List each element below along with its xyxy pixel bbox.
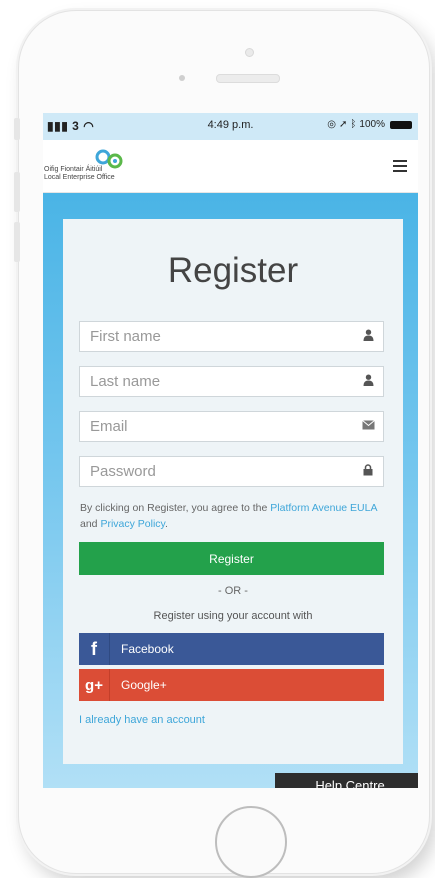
logo-line-english: Local Enterprise Office: [44, 174, 115, 181]
help-centre-button[interactable]: Help Centre: [275, 773, 418, 788]
user-icon: [361, 374, 375, 388]
facebook-button[interactable]: f Facebook: [79, 633, 384, 665]
social-prompt: Register using your account with: [153, 610, 313, 622]
hamburger-line: [393, 165, 407, 167]
site-header: Oifig Fiontair Áitiúil Local Enterprise …: [43, 140, 418, 193]
terms-suffix: .: [165, 518, 168, 530]
page-title: Register: [167, 251, 299, 290]
last-name-input[interactable]: [80, 367, 350, 396]
password-input[interactable]: [80, 457, 350, 486]
status-right: ◎ ➚ ᛒ 100%: [327, 119, 412, 130]
status-bar: ▮▮▮ 3 ◠ 4:49 p.m. ◎ ➚ ᛒ 100%: [43, 113, 418, 140]
last-name-field[interactable]: [79, 366, 384, 397]
mute-switch: [14, 118, 20, 140]
register-card: Register By clicking on: [63, 219, 403, 764]
earpiece-speaker: [216, 74, 280, 83]
terms-mid: and: [80, 518, 101, 530]
eula-link[interactable]: Platform Avenue EULA: [270, 502, 377, 514]
already-have-account-link[interactable]: I already have an account: [79, 714, 205, 726]
volume-up-button: [14, 172, 20, 212]
privacy-policy-link[interactable]: Privacy Policy: [100, 518, 165, 530]
terms-prefix: By clicking on Register, you agree to th…: [80, 502, 271, 514]
battery-icon: [390, 120, 412, 129]
email-field[interactable]: [79, 411, 384, 442]
alarm-icon: ◎: [327, 119, 337, 130]
password-field[interactable]: [79, 456, 384, 487]
register-button[interactable]: Register: [79, 542, 384, 575]
google-plus-label: Google+: [121, 678, 167, 692]
proximity-sensor: [179, 75, 185, 81]
or-divider: - OR -: [218, 585, 248, 597]
phone-screen: ▮▮▮ 3 ◠ 4:49 p.m. ◎ ➚ ᛒ 100% Oifig Fiont…: [43, 113, 418, 788]
battery-percent: 100%: [359, 119, 385, 130]
hamburger-icon[interactable]: [393, 160, 407, 172]
first-name-field[interactable]: [79, 321, 384, 352]
terms-text: By clicking on Register, you agree to th…: [80, 500, 390, 532]
location-icon: ➚: [339, 119, 348, 130]
lock-icon: [361, 464, 375, 478]
google-plus-icon: g+: [79, 669, 110, 701]
logo-line-irish: Oifig Fiontair Áitiúil: [44, 166, 103, 173]
facebook-label: Facebook: [121, 642, 174, 656]
volume-down-button: [14, 222, 20, 262]
envelope-icon: [361, 419, 375, 433]
hamburger-line: [393, 170, 407, 172]
first-name-input[interactable]: [80, 322, 350, 351]
bluetooth-icon: ᛒ: [350, 119, 357, 130]
user-icon: [361, 329, 375, 343]
google-plus-button[interactable]: g+ Google+: [79, 669, 384, 701]
logo-text: Oifig Fiontair Áitiúil Local Enterprise …: [44, 166, 115, 182]
facebook-icon: f: [79, 633, 110, 665]
home-button[interactable]: [215, 806, 287, 878]
front-camera: [245, 48, 254, 57]
email-input[interactable]: [80, 412, 350, 441]
hamburger-line: [393, 160, 407, 162]
